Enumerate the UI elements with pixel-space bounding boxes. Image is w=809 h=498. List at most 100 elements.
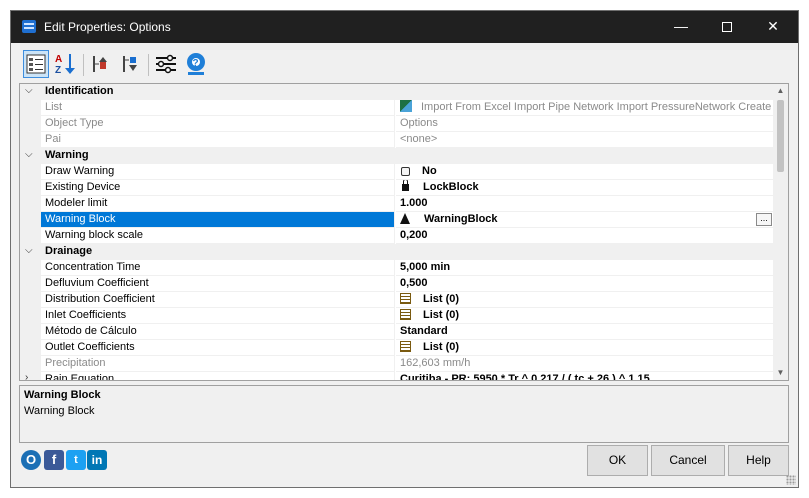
- title-bar[interactable]: Edit Properties: Options — ✕: [11, 11, 798, 43]
- row-gutter: [20, 164, 41, 180]
- chevron-down-icon[interactable]: ⌵: [25, 245, 33, 256]
- settings-button[interactable]: [153, 50, 179, 78]
- property-row[interactable]: Existing Device LockBlock: [20, 180, 774, 196]
- minimize-button[interactable]: —: [658, 11, 704, 43]
- property-grid[interactable]: ⌵ Identification List Import From Excel Imp…: [19, 83, 789, 381]
- property-row[interactable]: Object Type Options: [20, 116, 774, 132]
- maximize-button[interactable]: [704, 11, 750, 43]
- property-value[interactable]: No: [396, 164, 774, 180]
- property-row[interactable]: Concentration Time 5,000 min: [20, 260, 774, 276]
- cancel-button[interactable]: Cancel: [651, 445, 725, 476]
- property-name[interactable]: Método de Cálculo: [41, 324, 395, 340]
- property-value[interactable]: 162,603 mm/h: [396, 356, 774, 372]
- property-name[interactable]: Outlet Coefficients: [41, 340, 395, 356]
- scroll-down-icon[interactable]: ▼: [773, 366, 788, 380]
- property-value[interactable]: List (0): [396, 292, 774, 308]
- list-icon: [400, 341, 411, 352]
- property-row[interactable]: Draw Warning No: [20, 164, 774, 180]
- property-value[interactable]: List (0): [396, 308, 774, 324]
- twitter-icon[interactable]: t: [66, 450, 86, 470]
- property-name[interactable]: Existing Device: [41, 180, 395, 196]
- property-value[interactable]: 0,500: [396, 276, 774, 292]
- facebook-icon[interactable]: f: [44, 450, 64, 470]
- scroll-up-icon[interactable]: ▲: [773, 84, 788, 98]
- property-value[interactable]: 5,000 min: [396, 260, 774, 276]
- property-name[interactable]: Object Type: [41, 116, 395, 132]
- property-name[interactable]: List: [41, 100, 395, 116]
- row-gutter: [20, 356, 41, 372]
- categorized-view-button[interactable]: [23, 50, 49, 78]
- category-row[interactable]: ⌵ Warning: [20, 148, 774, 164]
- property-name[interactable]: Concentration Time: [41, 260, 395, 276]
- help-button[interactable]: ?: [182, 50, 208, 78]
- expand-all-button[interactable]: [118, 50, 144, 78]
- property-value-text: 0,500: [400, 277, 428, 289]
- property-name[interactable]: Precipitation: [41, 356, 395, 372]
- property-value[interactable]: <none>: [396, 132, 774, 148]
- property-value-text: Curitiba - PR: 5950 * Tr ^ 0,217 / ( tc …: [400, 373, 650, 381]
- property-value-text: 0,200: [400, 229, 428, 241]
- excel-icon: [400, 100, 412, 112]
- list-icon: [400, 293, 411, 304]
- property-value[interactable]: Standard: [396, 324, 774, 340]
- property-value[interactable]: 0,200: [396, 228, 774, 244]
- property-row[interactable]: Inlet Coefficients List (0): [20, 308, 774, 324]
- chevron-right-icon[interactable]: ›: [25, 372, 28, 380]
- property-value[interactable]: Options: [396, 116, 774, 132]
- resize-grip-icon[interactable]: [786, 475, 796, 485]
- property-row[interactable]: › Rain Equation Curitiba - PR: 5950 * Tr ^…: [20, 372, 774, 381]
- property-value[interactable]: Curitiba - PR: 5950 * Tr ^ 0,217 / ( tc …: [396, 372, 774, 381]
- property-value-text: List (0): [423, 341, 460, 353]
- property-name[interactable]: Warning block scale: [41, 228, 395, 244]
- property-row[interactable]: Outlet Coefficients List (0): [20, 340, 774, 356]
- row-gutter: [20, 116, 41, 132]
- property-row[interactable]: Warning Block WarningBlock...: [20, 212, 774, 228]
- property-row[interactable]: Distribution Coefficient List (0): [20, 292, 774, 308]
- scroll-thumb[interactable]: [777, 100, 784, 172]
- property-row[interactable]: List Import From Excel Import Pipe Networ…: [20, 100, 774, 116]
- close-button[interactable]: ✕: [750, 11, 796, 43]
- property-value-text: <none>: [400, 133, 438, 145]
- property-row[interactable]: Método de Cálculo Standard: [20, 324, 774, 340]
- linkedin-icon[interactable]: in: [87, 450, 107, 470]
- row-gutter: [20, 228, 41, 244]
- property-value[interactable]: Import From Excel Import Pipe Network Im…: [396, 100, 774, 116]
- collapse-all-button[interactable]: [88, 50, 114, 78]
- category-row[interactable]: ⌵ Identification: [20, 84, 774, 100]
- property-row[interactable]: Modeler limit 1.000: [20, 196, 774, 212]
- property-row[interactable]: Precipitation 162,603 mm/h: [20, 356, 774, 372]
- ok-button[interactable]: OK: [587, 445, 648, 476]
- property-name[interactable]: Warning Block: [41, 212, 395, 228]
- property-name[interactable]: Inlet Coefficients: [41, 308, 395, 324]
- property-name[interactable]: Pai: [41, 132, 395, 148]
- website-icon[interactable]: O: [21, 450, 41, 470]
- row-gutter: [20, 292, 41, 308]
- property-value[interactable]: List (0): [396, 340, 774, 356]
- property-value[interactable]: LockBlock: [396, 180, 774, 196]
- category-row[interactable]: ⌵ Drainage: [20, 244, 774, 260]
- row-gutter: [20, 132, 41, 148]
- toolbar: A Z ?: [19, 50, 239, 80]
- property-name[interactable]: Distribution Coefficient: [41, 292, 395, 308]
- description-text: Warning Block: [24, 405, 95, 417]
- property-name[interactable]: Modeler limit: [41, 196, 395, 212]
- help-dialog-button[interactable]: Help: [728, 445, 789, 476]
- chevron-down-icon[interactable]: ⌵: [25, 149, 33, 160]
- chevron-down-icon[interactable]: ⌵: [25, 85, 33, 96]
- property-value-text: 5,000 min: [400, 261, 451, 273]
- property-value[interactable]: 1.000: [396, 196, 774, 212]
- property-row[interactable]: Warning block scale 0,200: [20, 228, 774, 244]
- property-name[interactable]: Rain Equation: [41, 372, 395, 380]
- property-row[interactable]: Pai <none>: [20, 132, 774, 148]
- categorized-view-icon: [26, 54, 46, 74]
- ellipsis-button[interactable]: ...: [756, 213, 772, 226]
- alphabetical-sort-button[interactable]: A Z: [53, 50, 79, 78]
- vertical-scrollbar[interactable]: ▲ ▼: [773, 84, 788, 380]
- property-value-text: 1.000: [400, 197, 428, 209]
- svg-text:?: ?: [193, 58, 199, 69]
- property-value[interactable]: WarningBlock: [396, 212, 774, 228]
- property-name[interactable]: Draw Warning: [41, 164, 395, 180]
- property-row[interactable]: Defluvium Coefficient 0,500: [20, 276, 774, 292]
- row-gutter: [20, 260, 41, 276]
- property-name[interactable]: Defluvium Coefficient: [41, 276, 395, 292]
